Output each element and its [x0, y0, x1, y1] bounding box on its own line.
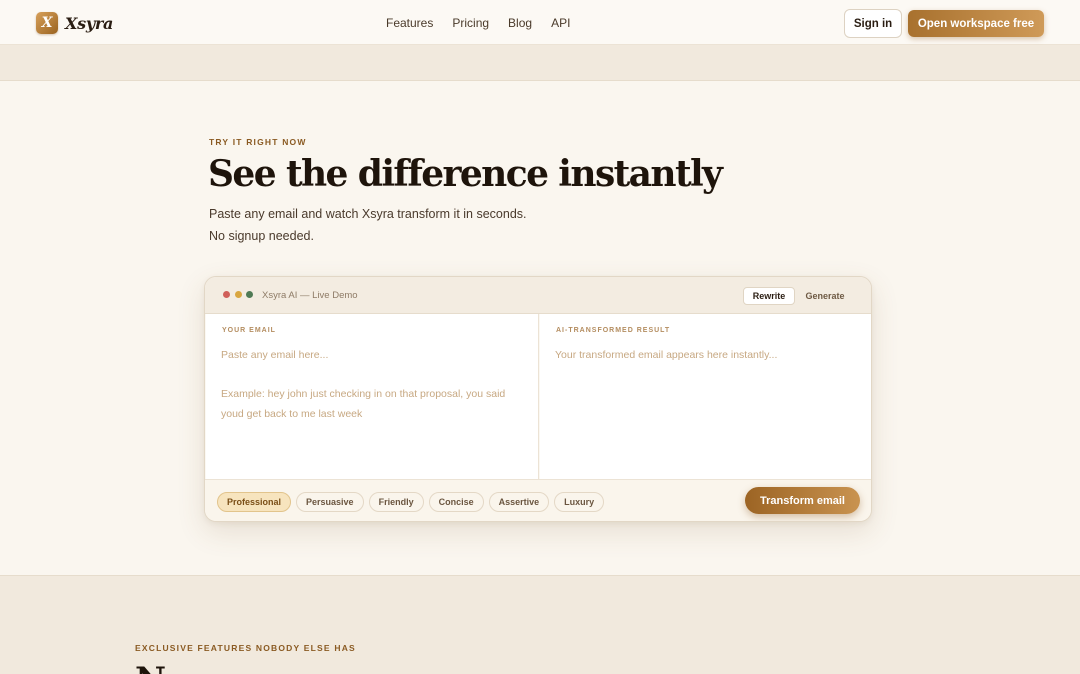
email-input-placeholder[interactable]: Paste any email here... Example: hey joh… [221, 346, 526, 424]
brand-name: Xsyra [65, 13, 114, 33]
sign-in-button[interactable]: Sign in [844, 9, 902, 38]
email-input-example: Example: hey john just checking in on th… [221, 388, 506, 420]
email-input-panel[interactable]: YOUR EMAIL Paste any email here... Examp… [206, 314, 539, 479]
email-input-placeholder-line: Paste any email here... [221, 349, 329, 361]
mode-generate-tab[interactable]: Generate [799, 287, 851, 305]
top-navbar: X Xsyra Features Pricing Blog API Sign i… [0, 0, 1080, 45]
brand-logo-icon: X [36, 12, 58, 34]
transform-email-button[interactable]: Transform email [745, 487, 860, 514]
tone-selector: Professional Persuasive Friendly Concise… [217, 492, 605, 512]
hero-subtitle-line-1: Paste any email and watch Xsyra transfor… [209, 207, 527, 221]
hero-eyebrow: TRY IT RIGHT NOW [209, 137, 307, 147]
hero-title: See the difference instantly [208, 153, 723, 195]
brand-logo-link[interactable]: X Xsyra [36, 12, 113, 34]
result-output-label: AI-TRANSFORMED RESULT [556, 327, 671, 334]
top-band [0, 45, 1080, 81]
open-workspace-button[interactable]: Open workspace free [908, 10, 1044, 37]
tone-concise-chip[interactable]: Concise [428, 492, 484, 512]
live-demo-window: Xsyra AI — Live Demo Rewrite Generate YO… [204, 276, 872, 522]
tone-professional-chip[interactable]: Professional [217, 492, 292, 512]
tone-assertive-chip[interactable]: Assertive [488, 492, 550, 512]
hero-subtitle: Paste any email and watch Xsyra transfor… [209, 203, 609, 247]
nav-links: Features Pricing Blog API [386, 16, 589, 30]
email-input-label: YOUR EMAIL [222, 327, 276, 334]
nav-link-api[interactable]: API [551, 16, 570, 30]
window-close-dot-icon [223, 291, 230, 298]
demo-footer: Professional Persuasive Friendly Concise… [205, 479, 871, 521]
mode-rewrite-tab[interactable]: Rewrite [743, 287, 795, 305]
features-title: N [135, 660, 166, 674]
tone-persuasive-chip[interactable]: Persuasive [296, 492, 364, 512]
nav-link-pricing[interactable]: Pricing [452, 16, 489, 30]
features-eyebrow: EXCLUSIVE FEATURES NOBODY ELSE HAS [135, 643, 356, 653]
tone-luxury-chip[interactable]: Luxury [554, 492, 605, 512]
placeholder-spacer [221, 366, 526, 386]
demo-window-title: Xsyra AI — Live Demo [262, 290, 358, 301]
demo-titlebar: Xsyra AI — Live Demo Rewrite Generate [205, 277, 871, 314]
result-output-panel: AI-TRANSFORMED RESULT Your transformed e… [540, 314, 871, 479]
result-output-placeholder: Your transformed email appears here inst… [555, 349, 778, 361]
nav-link-features[interactable]: Features [386, 16, 433, 30]
window-minimize-dot-icon [235, 291, 242, 298]
nav-link-blog[interactable]: Blog [508, 16, 532, 30]
tone-friendly-chip[interactable]: Friendly [368, 492, 424, 512]
window-maximize-dot-icon [246, 291, 253, 298]
hero-subtitle-line-2: No signup needed. [209, 229, 314, 243]
